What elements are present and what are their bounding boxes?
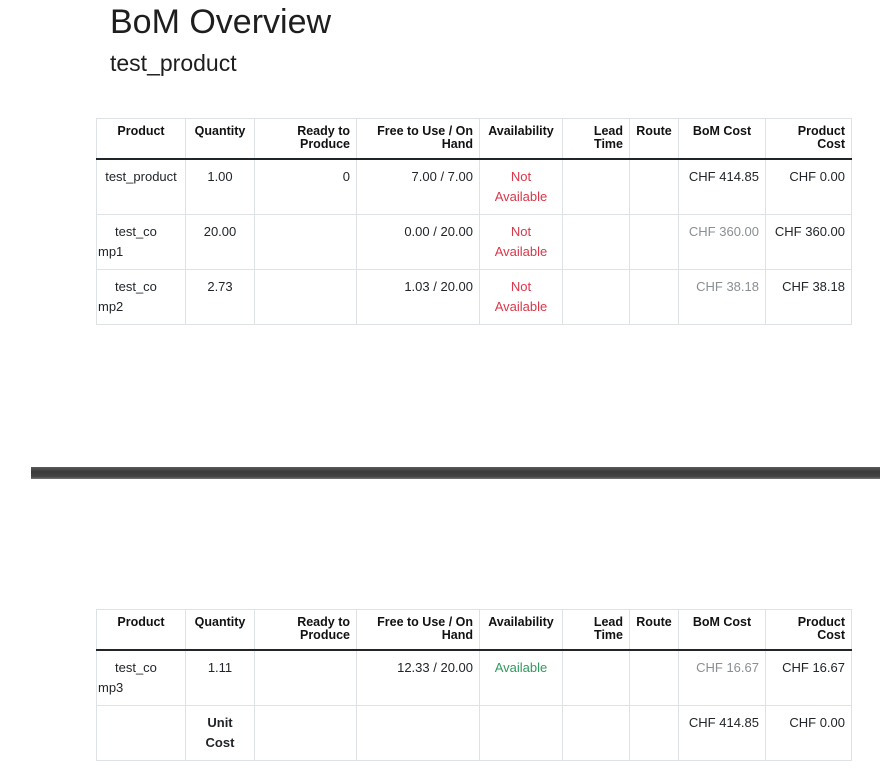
cell-empty <box>629 705 679 761</box>
unit-bom-cost: CHF 414.85 <box>678 705 766 761</box>
col-header-free: Free to Use / On Hand <box>356 118 480 160</box>
cell-availability: Not Available <box>479 269 563 325</box>
cell-route <box>629 158 679 215</box>
component-name: test_comp3 <box>98 660 157 695</box>
col-header-availability: Availability <box>479 118 563 160</box>
cell-empty <box>562 705 630 761</box>
component-name: test_comp2 <box>98 279 157 314</box>
cell-free-on-hand: 0.00 / 20.00 <box>356 214 480 270</box>
col-header-quantity: Quantity <box>185 118 255 160</box>
cell-product-cost: CHF 16.67 <box>765 649 852 706</box>
cell-product-cost: CHF 360.00 <box>765 214 852 270</box>
bom-table-page-1: Product Quantity Ready to Produce Free t… <box>96 118 852 325</box>
table-header-row: Product Quantity Ready to Produce Free t… <box>96 609 852 651</box>
cell-lead-time <box>562 269 630 325</box>
col-header-lead-time: Lead Time <box>562 118 630 160</box>
cell-product-link[interactable]: test_comp1 <box>96 214 186 270</box>
table-header-row: Product Quantity Ready to Produce Free t… <box>96 118 852 160</box>
cell-empty <box>479 705 563 761</box>
col-header-bom-cost: BoM Cost <box>678 118 766 160</box>
col-header-product: Product <box>96 609 186 651</box>
cell-ready: 0 <box>254 158 357 215</box>
col-header-availability: Availability <box>479 609 563 651</box>
col-header-free: Free to Use / On Hand <box>356 609 480 651</box>
col-header-product: Product <box>96 118 186 160</box>
col-header-product-cost: Product Cost <box>765 609 852 651</box>
col-header-ready: Ready to Produce <box>254 118 357 160</box>
cell-route <box>629 214 679 270</box>
col-header-bom-cost: BoM Cost <box>678 609 766 651</box>
cell-free-on-hand: 7.00 / 7.00 <box>356 158 480 215</box>
table-row: test_comp3 1.11 12.33 / 20.00 Available … <box>96 649 852 706</box>
cell-route <box>629 649 679 706</box>
bom-table-page-2: Product Quantity Ready to Produce Free t… <box>96 609 852 761</box>
cell-lead-time <box>562 214 630 270</box>
unit-product-cost: CHF 0.00 <box>765 705 852 761</box>
cell-bom-cost: CHF 16.67 <box>678 649 766 706</box>
cell-availability: Not Available <box>479 158 563 215</box>
cell-product-cost: CHF 38.18 <box>765 269 852 325</box>
cell-product-link[interactable]: test_product <box>96 158 186 215</box>
cell-bom-cost: CHF 38.18 <box>678 269 766 325</box>
cell-lead-time <box>562 158 630 215</box>
cell-product-cost: CHF 0.00 <box>765 158 852 215</box>
cell-empty <box>96 705 186 761</box>
cell-ready <box>254 269 357 325</box>
cell-ready <box>254 214 357 270</box>
table-row: test_comp2 2.73 1.03 / 20.00 Not Availab… <box>96 269 852 325</box>
cell-product-link[interactable]: test_comp2 <box>96 269 186 325</box>
col-header-product-cost: Product Cost <box>765 118 852 160</box>
col-header-lead-time: Lead Time <box>562 609 630 651</box>
table-row: test_product 1.00 0 7.00 / 7.00 Not Avai… <box>96 158 852 215</box>
cell-free-on-hand: 1.03 / 20.00 <box>356 269 480 325</box>
cell-quantity: 2.73 <box>185 269 255 325</box>
cell-quantity: 20.00 <box>185 214 255 270</box>
cell-quantity: 1.11 <box>185 649 255 706</box>
cell-empty <box>254 705 357 761</box>
cell-availability: Available <box>479 649 563 706</box>
cell-route <box>629 269 679 325</box>
col-header-route: Route <box>629 118 679 160</box>
component-name: test_comp1 <box>98 224 157 259</box>
cell-free-on-hand: 12.33 / 20.00 <box>356 649 480 706</box>
col-header-route: Route <box>629 609 679 651</box>
cell-bom-cost: CHF 360.00 <box>678 214 766 270</box>
cell-bom-cost: CHF 414.85 <box>678 158 766 215</box>
cell-lead-time <box>562 649 630 706</box>
table-row: test_comp1 20.00 0.00 / 20.00 Not Availa… <box>96 214 852 270</box>
cell-availability: Not Available <box>479 214 563 270</box>
page-break-divider <box>31 467 880 479</box>
product-subtitle: test_product <box>110 50 237 76</box>
cell-ready <box>254 649 357 706</box>
cell-empty <box>356 705 480 761</box>
unit-cost-label: Unit Cost <box>185 705 255 761</box>
col-header-quantity: Quantity <box>185 609 255 651</box>
page-title: BoM Overview <box>110 3 332 41</box>
cell-product-link[interactable]: test_comp3 <box>96 649 186 706</box>
cell-quantity: 1.00 <box>185 158 255 215</box>
col-header-ready: Ready to Produce <box>254 609 357 651</box>
unit-cost-row: Unit Cost CHF 414.85 CHF 0.00 <box>96 705 852 761</box>
